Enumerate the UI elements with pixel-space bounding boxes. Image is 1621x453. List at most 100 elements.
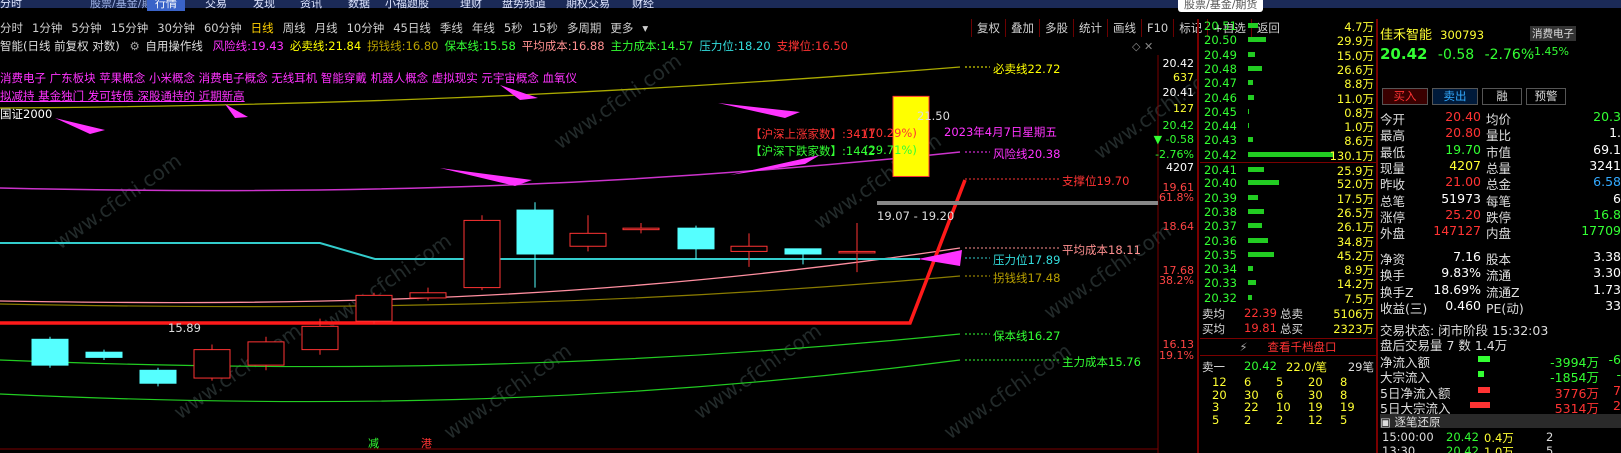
axis-label: 20.42 — [1162, 119, 1195, 132]
period-1min[interactable]: 1分钟 — [32, 20, 62, 36]
book-price: 20.33 — [1204, 276, 1237, 291]
axis-label: 127 — [1173, 102, 1194, 115]
period-30min[interactable]: 30分钟 — [157, 20, 195, 36]
axis-label: 20.41 — [1162, 86, 1195, 99]
period-more[interactable]: 更多 — [610, 20, 633, 36]
margin-button[interactable]: 融 — [1482, 88, 1522, 105]
toolbar-f10-button[interactable]: F10 — [1141, 19, 1173, 37]
nav-tab-market[interactable]: 行情 — [147, 0, 185, 11]
indicator-name: 智能(日线 前复权 对数) — [0, 39, 120, 53]
settings-icon[interactable]: ◇ ✕ — [1132, 40, 1153, 53]
period-10min[interactable]: 10分钟 — [347, 20, 385, 36]
book-row[interactable]: 20.39 17.5万 — [1200, 191, 1376, 206]
nav-tab-logo[interactable]: 分时 — [0, 0, 22, 11]
nav-tab-news2[interactable]: 财经 — [632, 0, 654, 11]
book-row[interactable]: 20.50 29.9万 — [1200, 33, 1376, 48]
toolbar-stats-button[interactable]: 统计 — [1073, 19, 1107, 37]
period-monthly[interactable]: 月线 — [315, 20, 338, 36]
nav-tab-finance[interactable]: 理财 — [460, 0, 482, 11]
queue-cell: 12 — [1308, 412, 1323, 427]
toolbar-adjust-button[interactable]: 复权 — [971, 19, 1005, 37]
ten-level-link[interactable]: ⚡ 查看千档盘口 — [1200, 338, 1376, 356]
date-label: 2023年4月7日星期五 — [944, 125, 1057, 139]
gear-icon[interactable]: ⚙ — [129, 39, 139, 53]
period-5min[interactable]: 5分钟 — [71, 20, 101, 36]
stat-value: 4207 — [1449, 157, 1481, 173]
ask1-qty: 22.0/笔 — [1286, 360, 1327, 374]
period-45day[interactable]: 45日线 — [393, 20, 431, 36]
nav-tab-discover[interactable]: 发现 — [253, 0, 275, 11]
book-row[interactable]: 20.36 34.8万 — [1200, 234, 1376, 249]
book-row[interactable]: 20.46 11.0万 — [1200, 91, 1376, 106]
toolbar-overlay-button[interactable]: 叠加 — [1005, 19, 1039, 37]
nav-tab-topic[interactable]: 小福题股 — [385, 0, 429, 11]
sell-button[interactable]: 卖出 — [1432, 88, 1478, 105]
book-row[interactable]: 20.44 1.0万 — [1200, 119, 1376, 134]
sector-badge[interactable]: 消费电子 — [1530, 26, 1576, 41]
period-15sec[interactable]: 15秒 — [532, 20, 558, 36]
chevron-down-icon[interactable]: ▾ — [642, 21, 648, 35]
candle-body — [838, 250, 876, 254]
volume-bar — [1248, 23, 1258, 28]
period-5sec[interactable]: 5秒 — [504, 20, 523, 36]
toolbar-multi-button[interactable]: 多股 — [1039, 19, 1073, 37]
period-timeshare[interactable]: 分时 — [0, 20, 23, 36]
indicator-value: 支撑位:16.50 — [776, 39, 848, 53]
indicator-tool[interactable]: 自用操作线 — [145, 39, 203, 53]
concepts-line-2[interactable]: 拟减持 基金独门 发可转债 深股通持的 近期新高 — [0, 88, 245, 104]
book-row[interactable]: 20.38 26.5万 — [1200, 205, 1376, 220]
summary-value: 22.39 — [1244, 306, 1277, 320]
book-row[interactable]: 20.37 26.1万 — [1200, 219, 1376, 234]
book-row[interactable]: 20.42 130.1万 — [1200, 148, 1376, 163]
summary-label: 卖均 — [1202, 307, 1225, 321]
book-row[interactable]: 20.34 8.9万 — [1200, 262, 1376, 277]
ticks-title[interactable]: 逐笔还原 — [1395, 415, 1441, 429]
buy-button[interactable]: 买入 — [1382, 88, 1428, 105]
nav-tab-news[interactable]: 资讯 — [300, 0, 322, 11]
queue-row: 5 2 2 12 5 — [1200, 413, 1376, 428]
down-pct: (29.71%) — [864, 143, 917, 157]
book-row[interactable]: 20.41 25.9万 — [1200, 162, 1376, 178]
stat-value: 20.40 — [1445, 109, 1481, 124]
nav-tab-data[interactable]: 数据 — [348, 0, 370, 11]
book-row[interactable]: 20.43 8.6万 — [1200, 133, 1376, 148]
toolbar-draw-button[interactable]: 画线 — [1107, 19, 1141, 37]
tick-volume: 1.0万 — [1484, 445, 1514, 453]
period-15min[interactable]: 15分钟 — [111, 20, 149, 36]
book-row[interactable]: 20.51 4.7万 — [1200, 19, 1376, 34]
period-year[interactable]: 年线 — [472, 20, 495, 36]
book-row[interactable]: 20.49 15.0万 — [1200, 48, 1376, 63]
ask1-row: 卖一 20.42 22.0/笔 29笔 — [1200, 359, 1376, 374]
collapse-icon[interactable]: ▣ — [1380, 415, 1391, 429]
watermark-text: www.cfchi.com — [49, 148, 186, 254]
ten-level-label[interactable]: 查看千档盘口 — [1268, 340, 1337, 354]
tick-time: 13:30 — [1382, 444, 1416, 453]
flow-bar — [1470, 401, 1490, 408]
search-input[interactable]: 股票/基金/期货 — [1178, 0, 1264, 12]
book-row[interactable]: 20.35 45.2万 — [1200, 248, 1376, 263]
period-multi[interactable]: 多周期 — [567, 20, 602, 36]
period-weekly[interactable]: 周线 — [283, 20, 306, 36]
flow-bar — [1478, 371, 1484, 378]
book-volume: 7.5万 — [1344, 291, 1374, 306]
stat-label: 内盘 — [1486, 226, 1512, 242]
period-daily[interactable]: 日线 — [251, 20, 274, 36]
stat-label: 收益(三) — [1380, 300, 1428, 316]
book-row[interactable]: 20.47 8.8万 — [1200, 76, 1376, 91]
book-row[interactable]: 20.40 52.0万 — [1200, 176, 1376, 191]
book-row[interactable]: 20.48 26.6万 — [1200, 62, 1376, 77]
book-row[interactable]: 20.32 7.5万 — [1200, 291, 1376, 306]
risk-line-label: 风险线20.38 — [993, 147, 1061, 161]
book-price: 20.43 — [1204, 133, 1237, 148]
nav-tab-options[interactable]: 期权交易 — [566, 0, 610, 11]
arrow-6 — [440, 168, 532, 186]
volume-bar — [1248, 251, 1275, 257]
alert-button[interactable]: 预警 — [1526, 88, 1566, 105]
book-row[interactable]: 20.33 14.2万 — [1200, 276, 1376, 291]
nav-tab-channel[interactable]: 盘势频道 — [502, 0, 546, 11]
arrow-4 — [718, 103, 800, 118]
period-60min[interactable]: 60分钟 — [204, 20, 242, 36]
period-quarter[interactable]: 季线 — [440, 20, 463, 36]
book-row[interactable]: 20.45 0.8万 — [1200, 105, 1376, 120]
nav-tab-trade[interactable]: 交易 — [205, 0, 227, 11]
